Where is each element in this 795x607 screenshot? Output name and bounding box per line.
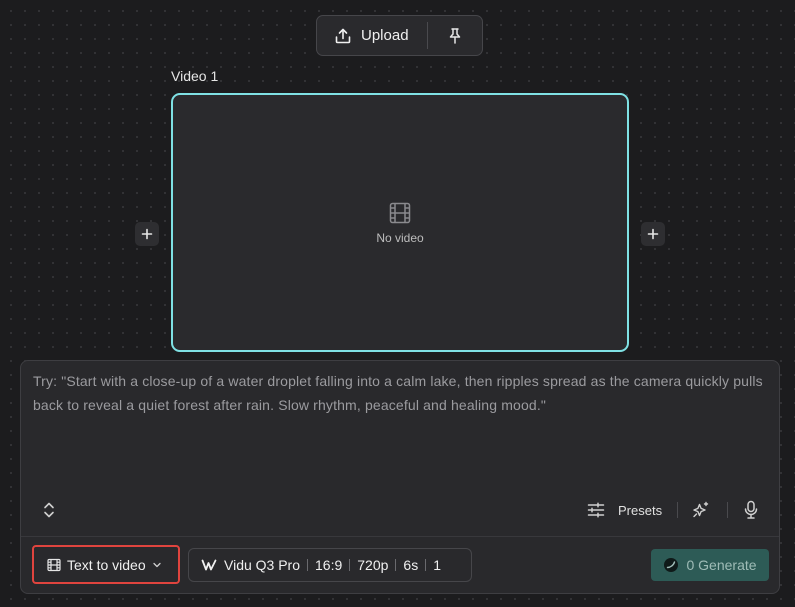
model-settings-bar[interactable]: Vidu Q3 Pro 16:9 720p 6s 1	[188, 548, 472, 582]
upload-label: Upload	[361, 27, 409, 44]
separator	[677, 502, 678, 518]
video-frame[interactable]: No video	[171, 93, 629, 352]
upload-icon	[335, 28, 351, 43]
mode-select[interactable]: Text to video	[32, 545, 180, 584]
mode-select-inner: Text to video	[47, 557, 162, 573]
expand-button[interactable]	[39, 500, 59, 520]
pin-icon	[449, 27, 461, 44]
panel-divider	[21, 536, 779, 537]
separator	[349, 559, 351, 571]
separator	[395, 559, 397, 571]
credits-icon	[664, 558, 679, 572]
canvas: Upload Video 1 No video Try: "Start with…	[0, 0, 795, 607]
separator	[307, 559, 309, 571]
top-toolbar: Upload	[316, 15, 483, 56]
sparkle-icon	[693, 501, 709, 518]
expand-icon	[44, 502, 54, 518]
presets-label: Presets	[618, 502, 663, 518]
microphone-button[interactable]	[740, 499, 762, 521]
magic-enhance-button[interactable]	[690, 499, 712, 521]
film-icon	[47, 558, 61, 571]
microphone-icon	[744, 500, 758, 519]
chevron-down-icon	[152, 562, 161, 567]
upload-button[interactable]: Upload	[317, 16, 427, 55]
aspect-ratio: 16:9	[315, 557, 343, 573]
model-name: Vidu Q3 Pro	[224, 557, 301, 573]
video-label: Video 1	[171, 68, 219, 84]
prompt-panel: Try: "Start with a close-up of a water d…	[20, 360, 780, 594]
add-right-button[interactable]	[641, 222, 665, 246]
mode-label: Text to video	[67, 556, 146, 573]
resolution: 720p	[357, 557, 389, 573]
plus-icon	[647, 228, 659, 240]
prompt-input[interactable]: Try: "Start with a close-up of a water d…	[33, 369, 763, 417]
generate-button[interactable]: 0 Generate	[651, 549, 769, 581]
plus-icon	[141, 228, 153, 240]
generate-label: Generate	[698, 557, 757, 573]
vidu-logo-icon	[201, 559, 217, 571]
pin-button[interactable]	[428, 16, 482, 55]
generate-cost: 0	[686, 557, 695, 573]
separator	[727, 502, 728, 518]
separator	[425, 559, 427, 571]
duration: 6s	[403, 557, 419, 573]
sliders-icon	[587, 502, 605, 518]
presets-button[interactable]: Presets	[587, 499, 662, 521]
add-left-button[interactable]	[135, 222, 159, 246]
output-count: 1	[433, 557, 442, 573]
film-icon	[389, 202, 411, 223]
no-video-text: No video	[376, 230, 424, 245]
